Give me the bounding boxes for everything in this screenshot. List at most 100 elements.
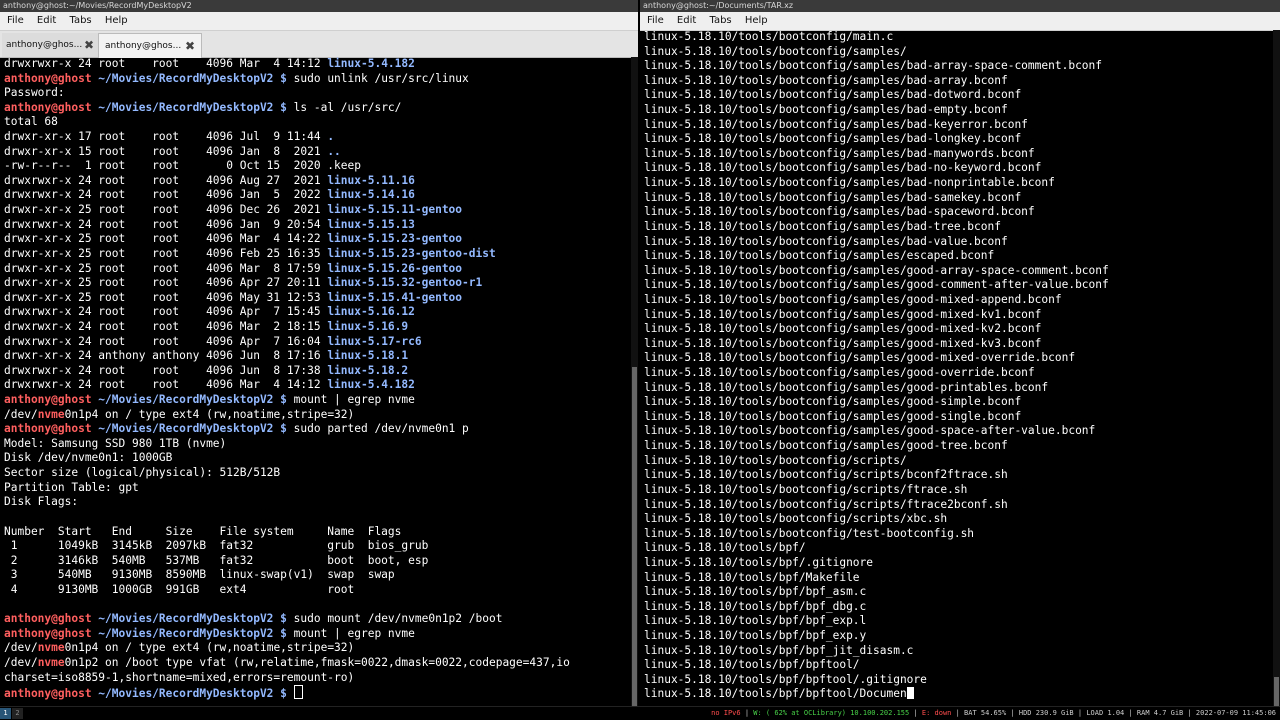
line-text: linux-5.18.10/tools/bootconfig/samples/b… xyxy=(644,219,1001,233)
line-text: drwxr-xr-x 25 root root 4096 May 31 12:5… xyxy=(4,290,328,304)
menu-file[interactable]: File xyxy=(642,12,669,30)
terminal-line: anthony@ghost ~/Movies/RecordMyDesktopV2… xyxy=(4,612,634,627)
terminal-line: linux-5.18.10/tools/bootconfig/samples/b… xyxy=(644,132,1266,147)
line-text: linux-5.18.10/tools/bootconfig/samples/g… xyxy=(644,409,1022,423)
line-text: mount | egrep nvme xyxy=(293,626,415,640)
terminal-line: /dev/nvme0n1p4 on / type ext4 (rw,noatim… xyxy=(4,641,634,656)
tab-terminal-2[interactable]: anthony@ghos... ✖ xyxy=(98,33,202,58)
terminal-line: linux-5.18.10/tools/bootconfig/samples/b… xyxy=(644,88,1266,103)
terminal-line: drwxrwxr-x 24 root root 4096 Jun 8 17:38… xyxy=(4,364,634,379)
highlighted-text: linux-5.4.182 xyxy=(327,57,415,70)
terminal-output[interactable]: drwxrwxr-x 24 root root 4096 Mar 4 14:12… xyxy=(4,57,634,700)
line-text: linux-5.18.10/tools/bpf/ xyxy=(644,541,806,555)
terminal-line: linux-5.18.10/tools/bootconfig/samples/e… xyxy=(644,249,1266,264)
prompt-user: anthony@ghost xyxy=(4,100,92,114)
terminal-line: -rw-r--r-- 1 root root 0 Oct 15 2020 .ke… xyxy=(4,159,634,174)
line-text: Disk Flags: xyxy=(4,495,79,509)
tab-terminal-1[interactable]: anthony@ghos... ✖ xyxy=(2,33,100,57)
line-text: /dev/ xyxy=(4,641,38,655)
terminal-line: total 68 xyxy=(4,115,634,130)
highlighted-text: ~/Movies/RecordMyDesktopV2 $ xyxy=(91,393,294,407)
terminal-line: linux-5.18.10/tools/bootconfig/samples/g… xyxy=(644,439,1266,454)
line-text: drwxrwxr-x 24 root root 4096 Mar 4 14:12 xyxy=(4,378,328,392)
terminal-line: linux-5.18.10/tools/bootconfig/samples/b… xyxy=(644,59,1266,74)
line-text: drwxr-xr-x 25 root root 4096 Apr 27 20:1… xyxy=(4,276,328,290)
menu-help[interactable]: Help xyxy=(740,12,773,30)
workspace-button[interactable]: 1 xyxy=(0,708,11,719)
terminal-line: Disk /dev/nvme0n1: 1000GB xyxy=(4,451,634,466)
terminal-line: drwxr-xr-x 25 root root 4096 Apr 27 20:1… xyxy=(4,276,634,291)
line-text: drwxr-xr-x 17 root root 4096 Jul 9 11:44 xyxy=(4,130,328,144)
terminal-line: drwxrwxr-x 24 root root 4096 Jan 5 2022 … xyxy=(4,188,634,203)
window-title: anthony@ghost:~/Documents/TAR.xz xyxy=(640,0,1280,12)
highlighted-text: linux-5.11.16 xyxy=(327,173,415,187)
window-title: anthony@ghost:~/Movies/RecordMyDesktopV2 xyxy=(0,0,638,12)
menu-tabs[interactable]: Tabs xyxy=(64,12,96,30)
workspace-button[interactable]: 2 xyxy=(12,708,23,719)
line-text: linux-5.18.10/tools/bootconfig/samples/b… xyxy=(644,88,1022,102)
line-text: linux-5.18.10/tools/bootconfig/samples/g… xyxy=(644,292,1062,306)
menu-bar: File Edit Tabs Help xyxy=(640,12,1280,31)
tab-label: anthony@ghos... xyxy=(105,41,182,51)
scrollbar[interactable] xyxy=(1273,30,1280,707)
highlighted-text: linux-5.17-rc6 xyxy=(327,334,422,348)
terminal-output[interactable]: linux-5.18.10/tools/bootconfig/main.c lin… xyxy=(644,30,1266,702)
terminal-line: linux-5.18.10/tools/bpf/bpftool/Documen xyxy=(644,687,1266,702)
line-text: drwxr-xr-x 15 root root 4096 Jan 8 2021 xyxy=(4,144,328,158)
status-items: no IPv6 | W: ( 62% at OCLibrary) 10.100.… xyxy=(711,707,1276,720)
status-separator: | xyxy=(951,709,965,717)
terminal-line: linux-5.18.10/tools/bootconfig/samples/b… xyxy=(644,205,1266,220)
scrollbar-thumb[interactable] xyxy=(1274,677,1279,707)
menu-edit[interactable]: Edit xyxy=(32,12,61,30)
menu-file[interactable]: File xyxy=(2,12,29,30)
prompt-user: anthony@ghost xyxy=(4,393,92,407)
terminal-line: linux-5.18.10/tools/bpf/bpf_asm.c xyxy=(644,585,1266,600)
prompt-user: anthony@ghost xyxy=(4,626,92,640)
terminal-line: linux-5.18.10/tools/bpf/bpf_dbg.c xyxy=(644,600,1266,615)
highlighted-text: linux-5.14.16 xyxy=(327,188,415,202)
line-text: linux-5.18.10/tools/bootconfig/samples/b… xyxy=(644,161,1042,175)
close-icon[interactable]: ✖ xyxy=(84,33,94,57)
terminal-line: linux-5.18.10/tools/bpf/.gitignore xyxy=(644,556,1266,571)
menu-edit[interactable]: Edit xyxy=(672,12,701,30)
status-item: RAM 4.7 GiB xyxy=(1136,709,1184,717)
terminal-line: linux-5.18.10/tools/bootconfig/samples/b… xyxy=(644,161,1266,176)
terminal-line: linux-5.18.10/tools/bpf/bpf_exp.y xyxy=(644,629,1266,644)
right-terminal-window[interactable]: anthony@ghost:~/Documents/TAR.xz File Ed… xyxy=(640,0,1280,707)
highlighted-text: linux-5.15.26-gentoo xyxy=(327,261,463,275)
line-text: linux-5.18.10/tools/bootconfig/samples/g… xyxy=(644,439,1008,453)
terminal-line: /dev/nvme0n1p2 on /boot type vfat (rw,re… xyxy=(4,656,634,671)
highlighted-text: linux-5.16.9 xyxy=(327,319,409,333)
close-icon[interactable]: ✖ xyxy=(185,34,195,58)
scrollbar-thumb[interactable] xyxy=(632,367,637,707)
status-bar: 1 2 no IPv6 | W: ( 62% at OCLibrary) 10.… xyxy=(0,706,1280,720)
terminal-line: drwxr-xr-x 25 root root 4096 Dec 26 2021… xyxy=(4,203,634,218)
line-text: drwxrwxr-x 24 root root 4096 Jan 9 20:54 xyxy=(4,217,328,231)
line-text: drwxr-xr-x 24 anthony anthony 4096 Jun 8… xyxy=(4,349,328,363)
terminal-line: linux-5.18.10/tools/bootconfig/samples/g… xyxy=(644,293,1266,308)
terminal-line: anthony@ghost ~/Movies/RecordMyDesktopV2… xyxy=(4,627,634,642)
terminal-line: drwxr-xr-x 25 root root 4096 May 31 12:5… xyxy=(4,291,634,306)
menu-tabs[interactable]: Tabs xyxy=(704,12,736,30)
left-terminal-window[interactable]: anthony@ghost:~/Movies/RecordMyDesktopV2… xyxy=(0,0,638,707)
terminal-line: linux-5.18.10/tools/bootconfig/samples/g… xyxy=(644,395,1266,410)
line-text: sudo parted /dev/nvme0n1 p xyxy=(293,422,469,436)
status-item: no IPv6 xyxy=(711,709,741,717)
menu-help[interactable]: Help xyxy=(100,12,133,30)
text-cursor xyxy=(906,687,914,700)
line-text: /dev/ xyxy=(4,407,38,421)
highlighted-text: linux-5.16.12 xyxy=(327,305,415,319)
highlighted-text: ~/Movies/RecordMyDesktopV2 $ xyxy=(91,422,294,436)
line-text: linux-5.18.10/tools/bootconfig/samples/g… xyxy=(644,395,1022,409)
line-text: drwxrwxr-x 24 root root 4096 Apr 7 16:04 xyxy=(4,334,328,348)
highlighted-text: ~/Movies/RecordMyDesktopV2 $ xyxy=(91,71,294,85)
scrollbar[interactable] xyxy=(631,57,638,707)
menu-bar: File Edit Tabs Help xyxy=(0,12,638,31)
line-text: linux-5.18.10/tools/bootconfig/scripts/f… xyxy=(644,482,968,496)
terminal-line: drwxr-xr-x 24 anthony anthony 4096 Jun 8… xyxy=(4,349,634,364)
line-text: drwxr-xr-x 25 root root 4096 Feb 25 16:3… xyxy=(4,246,328,260)
line-text: linux-5.18.10/tools/bootconfig/samples/b… xyxy=(644,59,1103,73)
highlighted-text: linux-5.15.41-gentoo xyxy=(327,290,463,304)
terminal-line: 4 9130MB 1000GB 991GB ext4 root xyxy=(4,583,634,598)
